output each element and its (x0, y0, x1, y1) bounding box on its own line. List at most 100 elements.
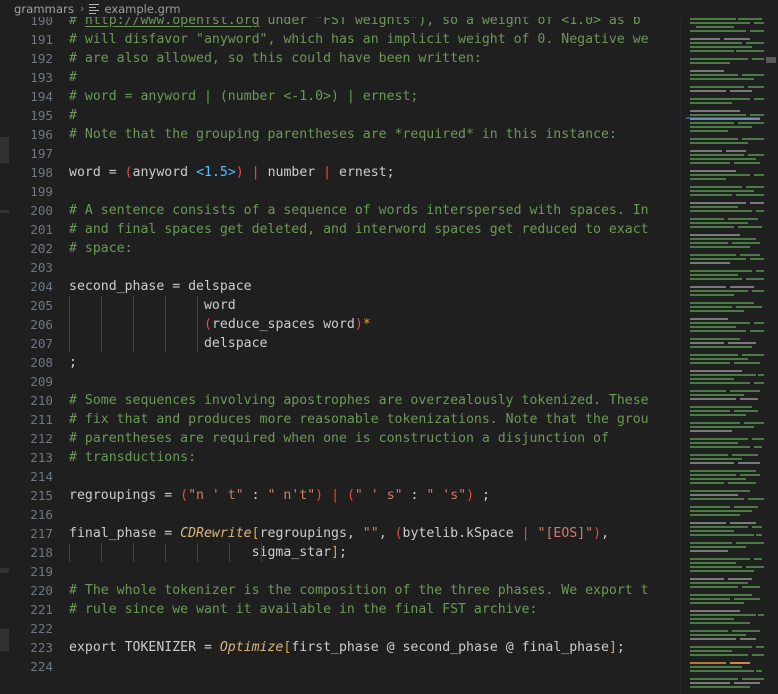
line-number: 212 (30, 431, 53, 446)
minimap-segment (690, 202, 746, 204)
minimap-segment (742, 586, 760, 588)
line-content (67, 144, 680, 163)
code-line[interactable]: 218 sigma_star]; (11, 543, 680, 562)
code-token: ; (474, 488, 490, 503)
line-content (67, 619, 680, 638)
code-line[interactable]: 212 # parentheses are required when one i… (11, 429, 680, 448)
code-token: # The whole tokenizer is the composition… (69, 583, 649, 598)
minimap-segment (690, 122, 734, 124)
minimap-segment (690, 86, 744, 88)
code-line[interactable]: 211 # fix that and produces more reasonab… (11, 410, 680, 429)
minimap-segment (736, 306, 762, 308)
minimap-segment (754, 382, 764, 384)
code-line[interactable]: 201 # and final spaces get deleted, and i… (11, 220, 680, 239)
minimap-segment (690, 566, 742, 568)
code-line[interactable]: 206 (reduce_spaces word)* (11, 315, 680, 334)
indent-guide (133, 315, 134, 334)
minimap-segment (748, 86, 764, 88)
minimap-segment (690, 290, 748, 292)
code-line[interactable]: 214 (11, 467, 680, 486)
code-line[interactable]: 222 (11, 619, 680, 638)
line-number: 218 (30, 545, 53, 560)
minimap-segment (738, 122, 764, 124)
code-line[interactable]: 216 (11, 505, 680, 524)
code-line[interactable]: 191 # will disfavor "anyword", which has … (11, 30, 680, 49)
code-line[interactable]: 220 # The whole tokenizer is the composit… (11, 581, 680, 600)
code-token: export TOKENIZER = (69, 640, 220, 655)
minimap-segment (690, 338, 740, 340)
code-line[interactable]: 208; (11, 353, 680, 372)
code-line[interactable]: 199 (11, 182, 680, 201)
minimap-segment (690, 638, 736, 640)
code-line[interactable]: 205 word (11, 296, 680, 315)
minimap-segment (690, 426, 754, 428)
code-token: ) (354, 317, 363, 332)
code-line[interactable]: 202 # space: (11, 239, 680, 258)
minimap-segment (690, 206, 738, 208)
minimap-segment (690, 382, 750, 384)
minimap-segment (690, 358, 748, 360)
code-line[interactable]: 215 regroupings = ("n ' t" : " n't") | ("… (11, 486, 680, 505)
minimap-segment (690, 102, 732, 104)
code-token: ] (608, 640, 617, 655)
code-token: # A sentence consists of a sequence of w… (69, 203, 649, 218)
line-number: 211 (30, 412, 53, 427)
line-number: 203 (30, 260, 53, 275)
minimap-segment (690, 670, 754, 672)
code-line[interactable]: 195 # (11, 106, 680, 125)
code-line[interactable]: 207 delspace (11, 334, 680, 353)
code-line[interactable]: 192 # are also allowed, so this could hav… (11, 49, 680, 68)
line-content: # will disfavor "anyword", which has an … (67, 30, 680, 49)
decoration-mark (0, 137, 9, 163)
minimap-segment (690, 622, 750, 624)
code-line[interactable]: 223 export TOKENIZER = Optimize[first_pha… (11, 638, 680, 657)
code-line[interactable]: 210 # Some sequences involving apostrophe… (11, 391, 680, 410)
breadcrumb-folder[interactable]: grammars (14, 2, 74, 16)
overview-ruler[interactable] (764, 17, 778, 694)
minimap-segment (690, 558, 750, 560)
code-line[interactable]: 204 second_phase = delspace (11, 277, 680, 296)
scrollbar-thumb[interactable] (766, 57, 776, 63)
minimap-segment (690, 482, 724, 484)
code-line[interactable]: 190 # http://www.openfst.org under "FST w… (11, 17, 680, 30)
minimap-segment (690, 474, 736, 476)
minimap-segment (734, 410, 758, 412)
code-line[interactable]: 198 word = (anyword <1.5>) | number | ern… (11, 163, 680, 182)
indent-guide (165, 315, 166, 334)
minimap[interactable] (680, 17, 764, 694)
indent-guide (197, 334, 198, 353)
code-line[interactable]: 197 (11, 144, 680, 163)
code-line[interactable]: 224 (11, 657, 680, 676)
minimap-segment (750, 330, 764, 332)
code-line[interactable]: 193 # (11, 68, 680, 87)
code-token: bytelib.kSpace (402, 526, 522, 541)
code-token: "n ' t" (188, 488, 244, 503)
code-token: # fix that and produces more reasonable … (69, 412, 649, 427)
code-token: ; (69, 355, 77, 370)
minimap-segment (690, 222, 748, 224)
indent-guide (101, 543, 102, 562)
minimap-segment (690, 98, 750, 100)
minimap-segment (756, 270, 764, 272)
code-pane[interactable]: 190 # http://www.openfst.org under "FST w… (11, 17, 680, 694)
code-line[interactable]: 200 # A sentence consists of a sequence o… (11, 201, 680, 220)
minimap-segment (690, 398, 736, 400)
code-line[interactable]: 217 final_phase = CDRewrite[regroupings, … (11, 524, 680, 543)
lines-icon (89, 4, 100, 14)
code-line[interactable]: 209 (11, 372, 680, 391)
line-number: 220 (30, 583, 53, 598)
code-line[interactable]: 219 (11, 562, 680, 581)
code-line[interactable]: 203 (11, 258, 680, 277)
minimap-segment (690, 74, 738, 76)
code-line[interactable]: 196 # Note that the grouping parentheses … (11, 125, 680, 144)
code-line[interactable]: 221 # rule since we want it available in … (11, 600, 680, 619)
minimap-divider (680, 17, 681, 694)
code-token: anyword (132, 165, 197, 180)
minimap-segment (732, 454, 758, 456)
breadcrumb-file[interactable]: example.grm (89, 2, 181, 16)
code-line[interactable]: 213 # transductions: (11, 448, 680, 467)
line-number: 208 (30, 355, 53, 370)
code-line[interactable]: 194 # word = anyword | (number <-1.0>) | … (11, 87, 680, 106)
